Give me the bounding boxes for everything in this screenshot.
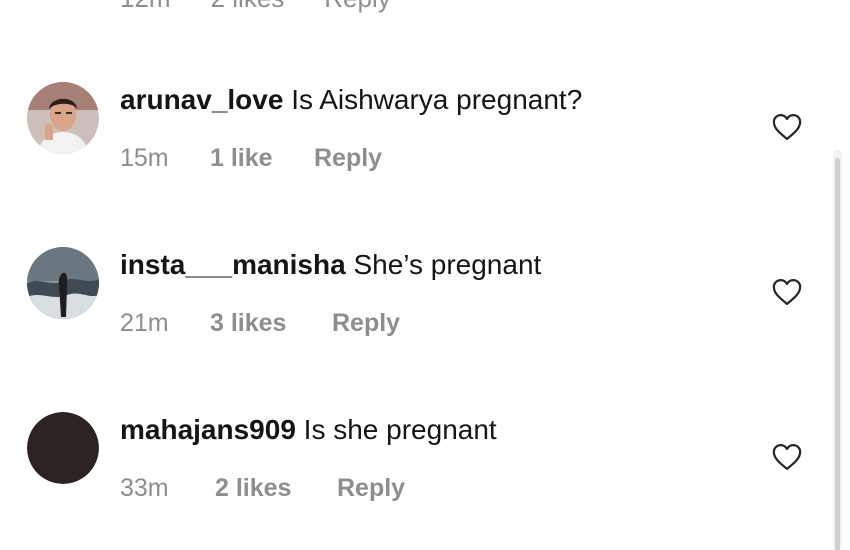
reply-button[interactable]: Reply	[314, 143, 382, 173]
comment-item: mahajans909 Is she pregnant 33m 2 likes …	[0, 410, 830, 520]
username-link[interactable]: mahajans909	[120, 414, 296, 445]
comment-body: mahajans909 Is she pregnant	[120, 413, 497, 447]
comment-time: 33m	[120, 474, 169, 502]
avatar[interactable]	[27, 247, 99, 319]
comment-time: 21m	[120, 309, 169, 337]
like-count[interactable]: 1 like	[210, 143, 273, 173]
comment-item: arunav_love Is Aishwarya pregnant? 15m 1…	[0, 80, 830, 190]
username-link[interactable]: insta___manisha	[120, 249, 346, 280]
comment-item: insta___manisha She’s pregnant 21m 3 lik…	[0, 245, 830, 355]
reply-button[interactable]: Reply	[324, 0, 390, 13]
like-count[interactable]: 2 likes	[211, 0, 285, 13]
like-count[interactable]: 3 likes	[210, 308, 286, 338]
reply-button[interactable]: Reply	[337, 473, 405, 503]
heart-outline-icon[interactable]	[772, 113, 802, 141]
heart-outline-icon[interactable]	[772, 443, 802, 471]
previous-comment-meta: 12m 2 likes Reply	[120, 0, 391, 13]
stormy-sea-silhouette-avatar-image	[27, 247, 99, 319]
like-count[interactable]: 2 likes	[215, 473, 291, 503]
comment-time: 15m	[120, 144, 169, 172]
comment-body: arunav_love Is Aishwarya pregnant?	[120, 83, 582, 117]
scrollbar-thumb[interactable]	[835, 158, 840, 550]
vertical-scrollbar[interactable]	[833, 150, 842, 550]
man-selfie-avatar-image	[27, 82, 99, 154]
dark-blank-avatar-image	[27, 412, 99, 484]
comment-body: insta___manisha She’s pregnant	[120, 248, 541, 282]
comment-message: Is she pregnant	[303, 414, 497, 445]
comment-message: Is Aishwarya pregnant?	[291, 84, 583, 115]
heart-outline-icon[interactable]	[772, 278, 802, 306]
avatar[interactable]	[27, 82, 99, 154]
username-link[interactable]: arunav_love	[120, 84, 283, 115]
avatar[interactable]	[27, 412, 99, 484]
reply-button[interactable]: Reply	[332, 308, 400, 338]
comment-time: 12m	[120, 0, 171, 13]
comment-message: She’s pregnant	[353, 249, 542, 280]
